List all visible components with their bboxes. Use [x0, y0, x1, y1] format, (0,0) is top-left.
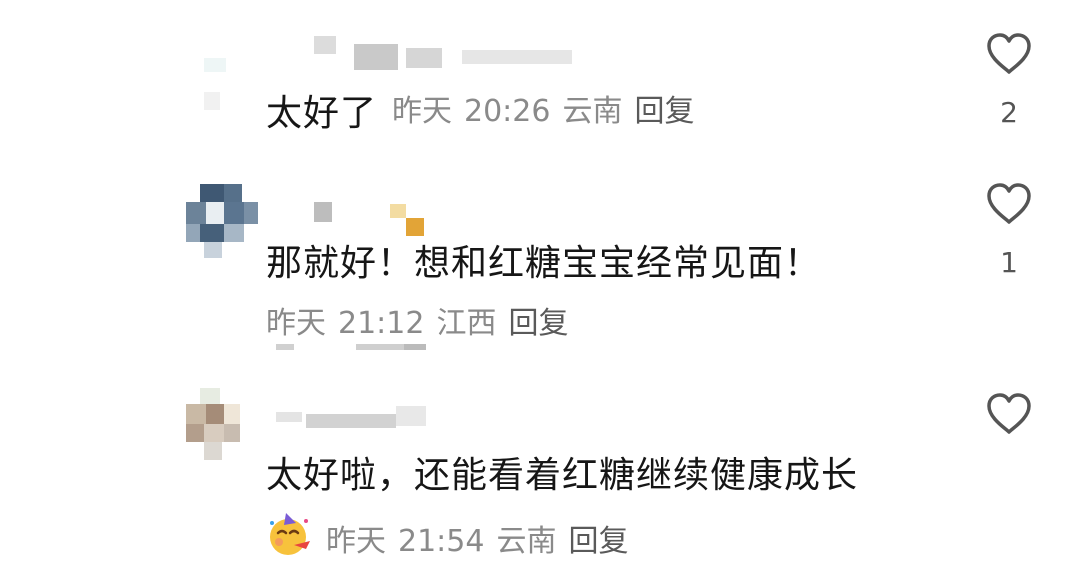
comment-text: 太好啦，还能看着红糖继续健康成长 [266, 455, 859, 496]
reply-button[interactable]: 回复 [508, 306, 568, 341]
avatar[interactable] [186, 184, 262, 260]
comment-date: 昨天 [266, 306, 326, 341]
comment-meta: 昨天 21:54 云南 回复 [266, 511, 640, 571]
reply-button[interactable]: 回复 [568, 524, 628, 559]
heart-outline-icon[interactable] [985, 182, 1033, 226]
like-count: 2 [1000, 96, 1018, 129]
comment-meta: 昨天 21:12 江西 回复 [266, 306, 580, 342]
comment-text: 太好了 [266, 93, 378, 134]
like-button[interactable] [982, 392, 1036, 436]
comment-date: 昨天 [392, 94, 452, 129]
comment-time: 21:54 [398, 524, 485, 559]
comment-date: 昨天 [326, 524, 386, 559]
like-count: 1 [1000, 246, 1018, 279]
avatar[interactable] [186, 388, 262, 464]
reply-button[interactable]: 回复 [634, 94, 694, 129]
heart-outline-icon[interactable] [985, 32, 1033, 76]
like-button[interactable]: 1 [982, 182, 1036, 278]
comment-text: 那就好！想和红糖宝宝经常见面！ [266, 243, 822, 284]
heart-outline-icon[interactable] [985, 392, 1033, 436]
comment-location: 云南 [496, 524, 557, 559]
comment-meta: 昨天 20:26 云南 回复 [392, 94, 706, 130]
like-button[interactable]: 2 [982, 32, 1036, 128]
party-face-icon [266, 511, 314, 568]
comment-location: 江西 [436, 306, 497, 341]
comment-location: 云南 [562, 94, 623, 129]
comment-time: 21:12 [338, 306, 425, 341]
comment-time: 20:26 [464, 94, 551, 129]
avatar[interactable] [196, 44, 272, 120]
